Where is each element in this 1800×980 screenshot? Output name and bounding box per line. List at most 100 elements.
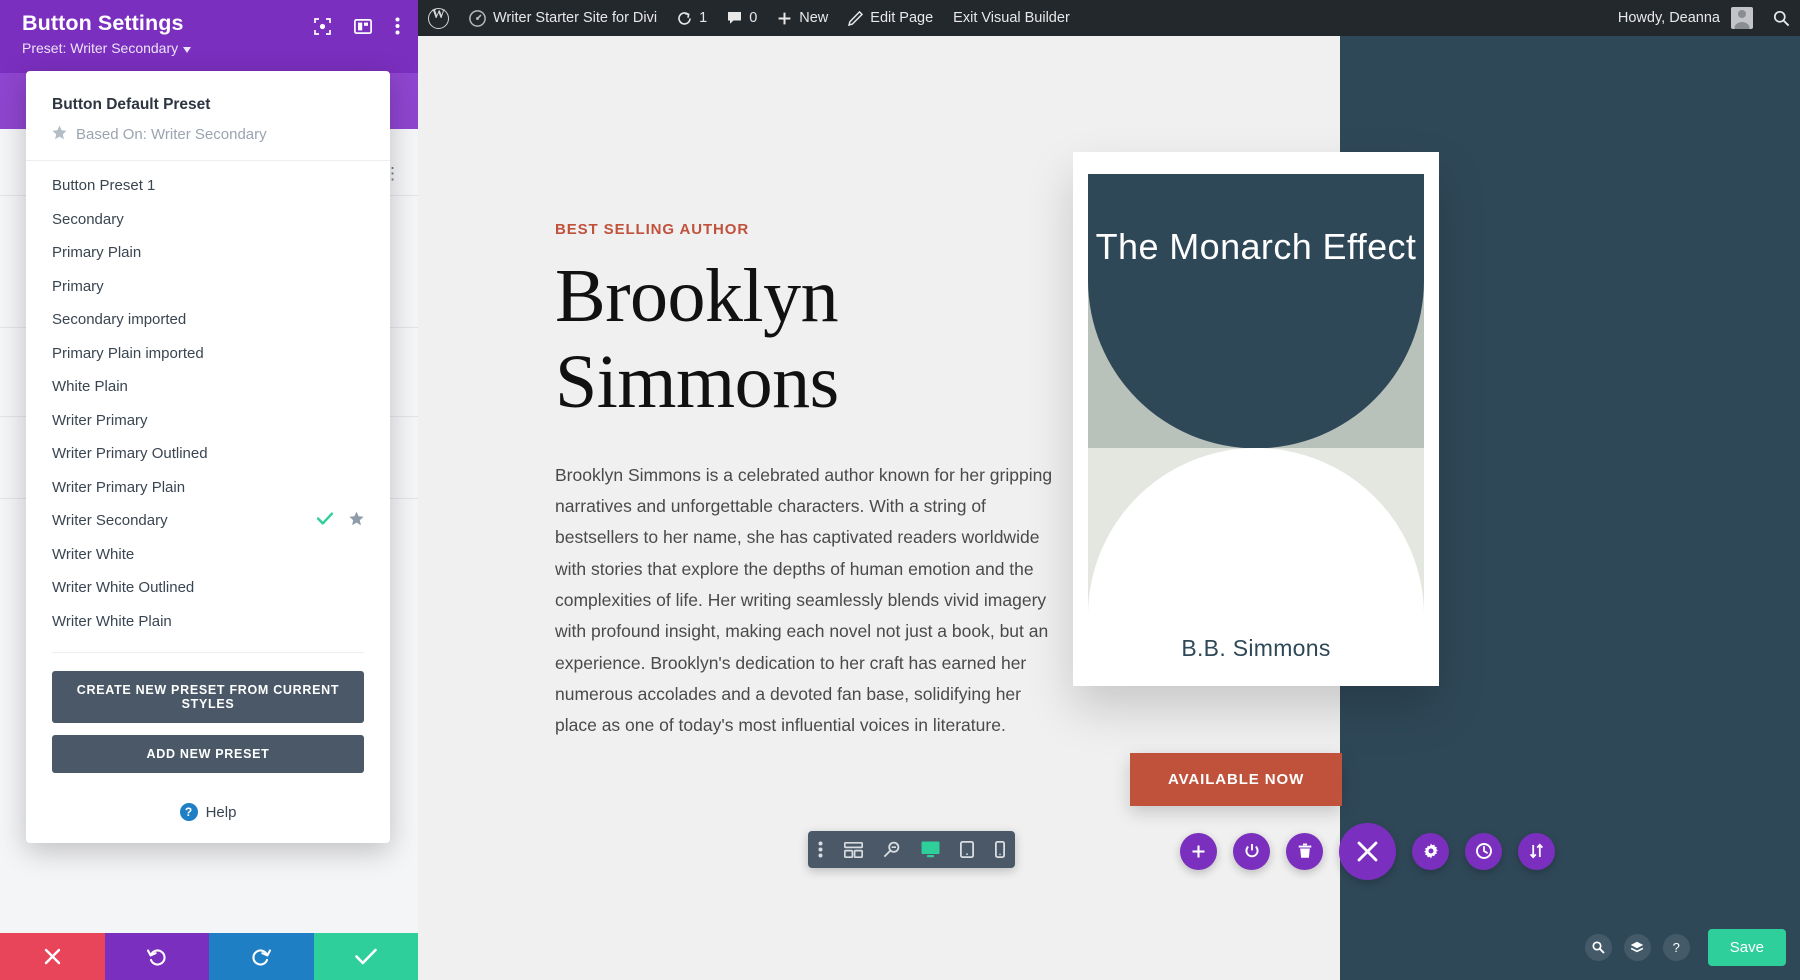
- preset-item[interactable]: Writer White Plain: [26, 605, 390, 639]
- wireframe-icon[interactable]: [843, 841, 863, 858]
- site-name-label: Writer Starter Site for Divi: [493, 10, 658, 26]
- kebab-menu-icon[interactable]: [818, 841, 823, 858]
- preset-item[interactable]: Button Preset 1: [26, 169, 390, 203]
- search-icon[interactable]: [1584, 934, 1612, 961]
- tablet-icon[interactable]: [960, 841, 975, 858]
- check-icon: [316, 512, 334, 530]
- save-button[interactable]: Save: [1707, 929, 1786, 966]
- history-icon[interactable]: [1465, 832, 1502, 870]
- preset-item-selected[interactable]: Writer Secondary: [26, 504, 390, 538]
- gear-icon[interactable]: [1412, 832, 1449, 870]
- updates-item[interactable]: 1: [667, 0, 717, 36]
- comments-item[interactable]: 0: [717, 0, 767, 36]
- undo-button[interactable]: [104, 933, 209, 980]
- hero-body-text: Brooklyn Simmons is a celebrated author …: [555, 464, 1053, 736]
- redo-icon: [252, 948, 272, 966]
- divi-view-toolbar: [808, 831, 1015, 868]
- preset-item-label: Writer White Outlined: [52, 579, 195, 597]
- book-title: The Monarch Effect: [1095, 226, 1417, 267]
- plus-icon: [777, 11, 792, 26]
- preset-item-label: Primary Plain: [52, 244, 142, 262]
- book-cover-top: The Monarch Effect: [1088, 174, 1424, 449]
- layout-columns-icon[interactable]: [354, 18, 372, 34]
- close-icon[interactable]: [1339, 822, 1396, 880]
- preset-item[interactable]: Writer Primary Outlined: [26, 437, 390, 471]
- preset-item[interactable]: Writer Primary: [26, 404, 390, 438]
- star-icon[interactable]: [349, 511, 364, 530]
- page-canvas: BEST SELLING AUTHOR Brooklyn Simmons Bro…: [418, 36, 1800, 980]
- account-menu[interactable]: Howdy, Deanna: [1608, 0, 1763, 36]
- preset-item[interactable]: Writer White: [26, 538, 390, 572]
- preset-selector[interactable]: Preset: Writer Secondary: [22, 40, 192, 56]
- screen-root: BEST SELLING AUTHOR Brooklyn Simmons Bro…: [0, 0, 1800, 980]
- redo-button[interactable]: [209, 933, 314, 980]
- add-icon[interactable]: [1180, 832, 1217, 870]
- layers-icon[interactable]: [1623, 934, 1651, 961]
- preset-item[interactable]: Secondary imported: [26, 303, 390, 337]
- power-icon[interactable]: [1233, 832, 1270, 870]
- page-title: Brooklyn Simmons: [555, 254, 1100, 426]
- preset-item-label: Writer Secondary: [52, 512, 168, 530]
- updates-icon: [677, 11, 692, 26]
- preset-item[interactable]: Primary: [26, 270, 390, 304]
- updates-count: 1: [699, 10, 708, 26]
- wordpress-icon[interactable]: [418, 0, 459, 36]
- divi-right-controls: ? Save: [1584, 929, 1786, 966]
- book-author: B.B. Simmons: [1181, 635, 1331, 661]
- close-icon: [44, 948, 60, 965]
- howdy-label: Howdy, Deanna: [1617, 10, 1720, 26]
- preset-item-label: Writer Primary: [52, 411, 148, 429]
- new-label: New: [799, 10, 829, 26]
- module-settings-panel: er ⋮ Button Settings Preset: Writer Seco…: [0, 0, 418, 980]
- sort-icon[interactable]: [1518, 832, 1555, 870]
- book-artwork: The Monarch Effect: [1088, 174, 1424, 613]
- preset-item[interactable]: Writer White Outlined: [26, 571, 390, 605]
- kebab-menu-icon[interactable]: [395, 17, 400, 35]
- default-preset-label: Button Default Preset: [52, 96, 211, 113]
- preset-item-label: Writer White Plain: [52, 612, 172, 630]
- preset-item-label: Primary: [52, 277, 104, 295]
- chevron-down-icon: [183, 40, 192, 56]
- preset-item-label: White Plain: [52, 378, 128, 396]
- help-icon[interactable]: ?: [1662, 934, 1690, 961]
- book-cover-bottom: [1088, 448, 1424, 613]
- hero-text-block: BEST SELLING AUTHOR Brooklyn Simmons Bro…: [555, 221, 1100, 742]
- site-name-menu[interactable]: Writer Starter Site for Divi: [459, 0, 667, 36]
- divi-action-buttons: [1180, 822, 1590, 880]
- preset-item-label: Secondary: [52, 210, 124, 228]
- hero-title-line-2: Simmons: [555, 339, 839, 424]
- book-cover: The Monarch Effect B.B. Simmons: [1073, 152, 1439, 686]
- cancel-button[interactable]: [0, 933, 105, 980]
- based-on-label: Based On: Writer Secondary: [76, 126, 267, 143]
- pencil-icon: [848, 10, 864, 26]
- edit-page-item[interactable]: Edit Page: [838, 0, 943, 36]
- edit-page-label: Edit Page: [870, 10, 934, 26]
- preset-item[interactable]: White Plain: [26, 370, 390, 404]
- confirm-button[interactable]: [313, 933, 418, 980]
- panel-header: Button Settings Preset: Writer Secondary: [0, 0, 418, 73]
- comments-count: 0: [749, 10, 758, 26]
- preset-item[interactable]: Primary Plain imported: [26, 337, 390, 371]
- preset-item[interactable]: Primary Plain: [26, 236, 390, 270]
- desktop-icon[interactable]: [921, 841, 940, 858]
- preset-item-label: Writer White: [52, 545, 135, 563]
- phone-icon[interactable]: [994, 841, 1005, 858]
- available-now-button[interactable]: AVAILABLE NOW: [1130, 753, 1343, 806]
- add-new-preset-button[interactable]: ADD NEW PRESET: [52, 735, 364, 773]
- focus-target-icon[interactable]: [314, 17, 331, 35]
- admin-search-icon[interactable]: [1763, 0, 1800, 36]
- new-content-item[interactable]: New: [767, 0, 838, 36]
- preset-item-label: Primary Plain imported: [52, 344, 204, 362]
- preset-item[interactable]: Writer Primary Plain: [26, 471, 390, 505]
- preset-item-label: Writer Primary Plain: [52, 478, 186, 496]
- create-new-preset-button[interactable]: CREATE NEW PRESET FROM CURRENT STYLES: [52, 671, 364, 723]
- preset-item[interactable]: Secondary: [26, 203, 390, 237]
- panel-header-icons: [314, 17, 400, 35]
- exit-visual-builder-item[interactable]: Exit Visual Builder: [943, 0, 1080, 36]
- zoom-out-icon[interactable]: [883, 841, 900, 858]
- check-icon: [354, 948, 377, 965]
- based-on-row: Based On: Writer Secondary: [52, 125, 364, 144]
- preset-list: Button Preset 1 Secondary Primary Plain …: [26, 161, 390, 642]
- trash-icon[interactable]: [1286, 832, 1323, 870]
- help-link[interactable]: ? Help: [26, 789, 390, 839]
